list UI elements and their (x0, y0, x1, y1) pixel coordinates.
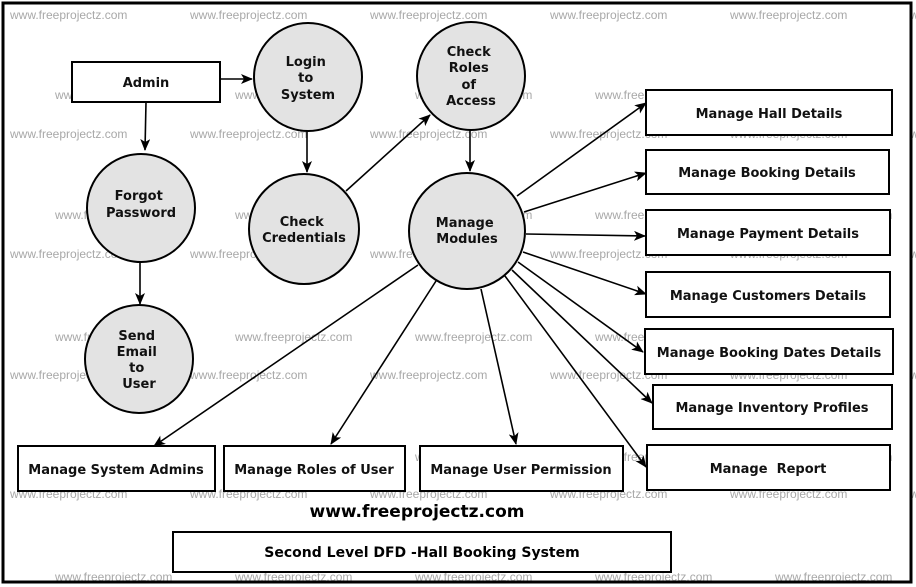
entity-payment-label: Manage Payment Details (677, 227, 859, 242)
watermark-text: www.freeprojectz.com (9, 127, 127, 141)
watermark-text: www.freeprojectz.com (189, 127, 307, 141)
entity-hall-label: Manage Hall Details (696, 107, 843, 122)
entity-manage-payment-details[interactable]: Manage Payment Details (645, 209, 891, 256)
entity-manage-roles-of-user[interactable]: Manage Roles of User (223, 445, 406, 492)
entity-admin-label: Admin (123, 76, 170, 91)
entity-admin[interactable]: Admin (71, 61, 221, 103)
entity-manage-hall-details[interactable]: Manage Hall Details (645, 89, 893, 136)
entity-report-label: Manage Report (710, 462, 827, 477)
flow-arrow-admin-to-forgot-password (140, 101, 151, 151)
entity-booking-dates-label: Manage Booking Dates Details (657, 346, 882, 361)
process-send-email-to-user[interactable]: Send Email to User (84, 304, 194, 414)
watermark-text: www.freeprojectz.com (729, 8, 847, 22)
watermark-text: www.freeprojectz.com (369, 8, 487, 22)
watermark-text: www.freeprojectz.com (9, 8, 127, 22)
watermark-text: www.freeprojectz.com (369, 368, 487, 382)
watermark-text: www.freeprojectz.com (234, 330, 352, 344)
process-check-credentials[interactable]: Check Credentials (248, 173, 360, 285)
entity-manage-booking-details[interactable]: Manage Booking Details (645, 149, 890, 195)
entity-manage-booking-dates-details[interactable]: Manage Booking Dates Details (644, 328, 894, 375)
diagram-title-box: Second Level DFD -Hall Booking System (172, 531, 672, 573)
entity-manage-inventory-profiles[interactable]: Manage Inventory Profiles (652, 384, 893, 430)
dfd-diagram: www.freeprojectz.com www.freeprojectz.com… (0, 0, 916, 587)
entity-inventory-label: Manage Inventory Profiles (675, 401, 868, 416)
process-manage-modules[interactable]: Manage Modules (408, 172, 526, 290)
diagram-title: Second Level DFD -Hall Booking System (264, 545, 579, 561)
watermark-text: www.freeprojectz.com (189, 368, 307, 382)
entity-user-permission-label: Manage User Permission (430, 463, 611, 478)
watermark-text: www.freeprojectz.com (549, 8, 667, 22)
entity-booking-label: Manage Booking Details (678, 166, 856, 181)
entity-system-admins-label: Manage System Admins (28, 463, 204, 478)
process-login-to-system[interactable]: Login to System (253, 22, 363, 132)
process-manage-modules-label: Manage Modules (436, 216, 498, 247)
entity-manage-customers-details[interactable]: Manage Customers Details (645, 271, 891, 318)
process-check-roles-of-access[interactable]: Check Roles of Access (416, 21, 526, 131)
entity-manage-report[interactable]: Manage Report (646, 444, 891, 491)
process-forgot-password[interactable]: Forgot Password (86, 153, 196, 263)
entity-manage-system-admins[interactable]: Manage System Admins (17, 445, 216, 492)
entity-roles-of-user-label: Manage Roles of User (234, 463, 394, 478)
watermark-text: www.freeprojectz.com (189, 8, 307, 22)
website-text: www.freeprojectz.com (310, 502, 525, 522)
entity-manage-user-permission[interactable]: Manage User Permission (419, 445, 624, 492)
watermark-text: www.freeprojectz.com (414, 330, 532, 344)
entity-customers-label: Manage Customers Details (670, 289, 867, 304)
